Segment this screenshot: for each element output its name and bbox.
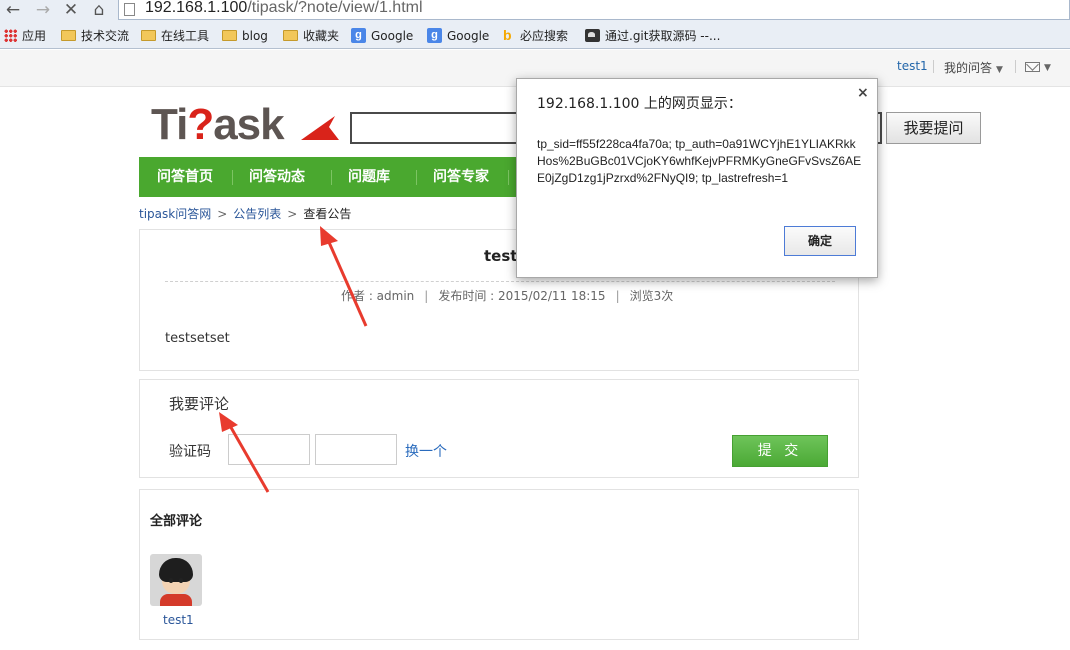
caret-down-icon: ▼ [1044, 63, 1051, 73]
bookmark-apps[interactable]: 应用 [4, 27, 46, 45]
note-views: 浏览3次 [629, 289, 674, 303]
note-author: 作者 : admin [341, 289, 415, 303]
user-link[interactable]: test1 [897, 59, 928, 73]
nav-item-experts[interactable]: 问答专家 [433, 157, 489, 197]
browser-toolbar: ← → ✕ ⌂ 192.168.1.100/tipask/?note/view/… [0, 0, 1070, 22]
url-text: 192.168.1.100/tipask/?note/view/1.html [145, 0, 423, 16]
folder-icon [61, 30, 76, 41]
dialog-message: tp_sid=ff55f228ca4fa70a; tp_auth=0a91WCY… [537, 137, 862, 185]
alert-dialog: 192.168.1.100 上的网页显示： × tp_sid=ff55f228c… [516, 78, 878, 278]
google-icon: g [351, 28, 366, 43]
note-body: testsetset [165, 331, 230, 346]
address-bar[interactable]: 192.168.1.100/tipask/?note/view/1.html [118, 0, 1070, 20]
bookmark-folder[interactable]: 在线工具 [141, 27, 209, 45]
bookmark-folder[interactable]: 收藏夹 [283, 27, 339, 45]
note-date: 发布时间 : 2015/02/11 18:15 [438, 289, 606, 303]
ask-question-button[interactable]: 我要提问 [886, 112, 981, 144]
divider [232, 170, 233, 185]
comment-username[interactable]: test1 [163, 613, 194, 627]
avatar[interactable] [150, 554, 202, 606]
site-logo[interactable]: Ti?ask [151, 100, 341, 150]
dialog-title: 192.168.1.100 上的网页显示： [537, 96, 742, 112]
divider [1015, 60, 1016, 73]
home-icon[interactable]: ⌂ [88, 0, 110, 20]
captcha-image [315, 434, 397, 465]
comment-form-heading: 我要评论 [169, 395, 230, 413]
divider [165, 281, 835, 282]
breadcrumb-home[interactable]: tipask问答网 [139, 207, 211, 221]
folder-icon [141, 30, 156, 41]
divider [331, 170, 332, 185]
note-meta: 作者 : admin | 发布时间 : 2015/02/11 18:15 | 浏览3次 [341, 289, 674, 303]
bookmark-folder[interactable]: blog [222, 27, 268, 45]
google-icon: g [427, 28, 442, 43]
apps-icon [4, 29, 17, 42]
captcha-input[interactable] [228, 434, 310, 465]
close-icon[interactable]: × [857, 85, 869, 101]
chevron-right-icon: > [287, 207, 298, 221]
bookmark-bing[interactable]: b 必应搜索 [503, 27, 568, 45]
comments-panel [139, 489, 859, 640]
logo-swoosh-icon [301, 116, 339, 140]
divider [508, 170, 509, 185]
refresh-captcha-link[interactable]: 换一个 [405, 441, 447, 461]
messages-menu[interactable]: ▼ [1025, 59, 1051, 73]
bookmark-git[interactable]: 通过.git获取源码 --... [585, 27, 720, 45]
folder-icon [283, 30, 298, 41]
all-comments-heading: 全部评论 [150, 514, 203, 529]
folder-icon [222, 30, 237, 41]
page-icon [124, 3, 135, 16]
stop-icon[interactable]: ✕ [60, 0, 82, 20]
caret-down-icon: ▼ [996, 65, 1003, 75]
back-icon[interactable]: ← [2, 0, 24, 20]
chevron-right-icon: > [217, 207, 228, 221]
captcha-label: 验证码 [169, 444, 211, 460]
divider [416, 170, 417, 185]
nav-item-activity[interactable]: 问答动态 [249, 157, 305, 197]
note-title: test [484, 247, 518, 265]
breadcrumb-current: 查看公告 [303, 207, 352, 221]
bookmark-folder[interactable]: 技术交流 [61, 27, 129, 45]
git-icon [585, 29, 600, 42]
nav-item-questions[interactable]: 问题库 [348, 157, 390, 197]
nav-item-home[interactable]: 问答首页 [157, 157, 213, 197]
bookmark-google[interactable]: g Google [427, 27, 489, 45]
breadcrumb-list[interactable]: 公告列表 [233, 207, 281, 221]
bookmarks-bar: 应用 技术交流 在线工具 blog 收藏夹 g Google g Google b必… [0, 22, 1070, 49]
divider [933, 60, 934, 73]
submit-comment-button[interactable]: 提 交 [732, 435, 828, 467]
mail-icon [1025, 61, 1040, 72]
bing-icon: b [503, 27, 512, 43]
breadcrumb: tipask问答网 > 公告列表 > 查看公告 [139, 205, 351, 222]
bookmark-google[interactable]: g Google [351, 27, 413, 45]
my-questions-menu[interactable]: 我的问答 ▼ [944, 59, 1003, 76]
ok-button[interactable]: 确定 [784, 226, 856, 256]
forward-icon[interactable]: → [32, 0, 54, 20]
